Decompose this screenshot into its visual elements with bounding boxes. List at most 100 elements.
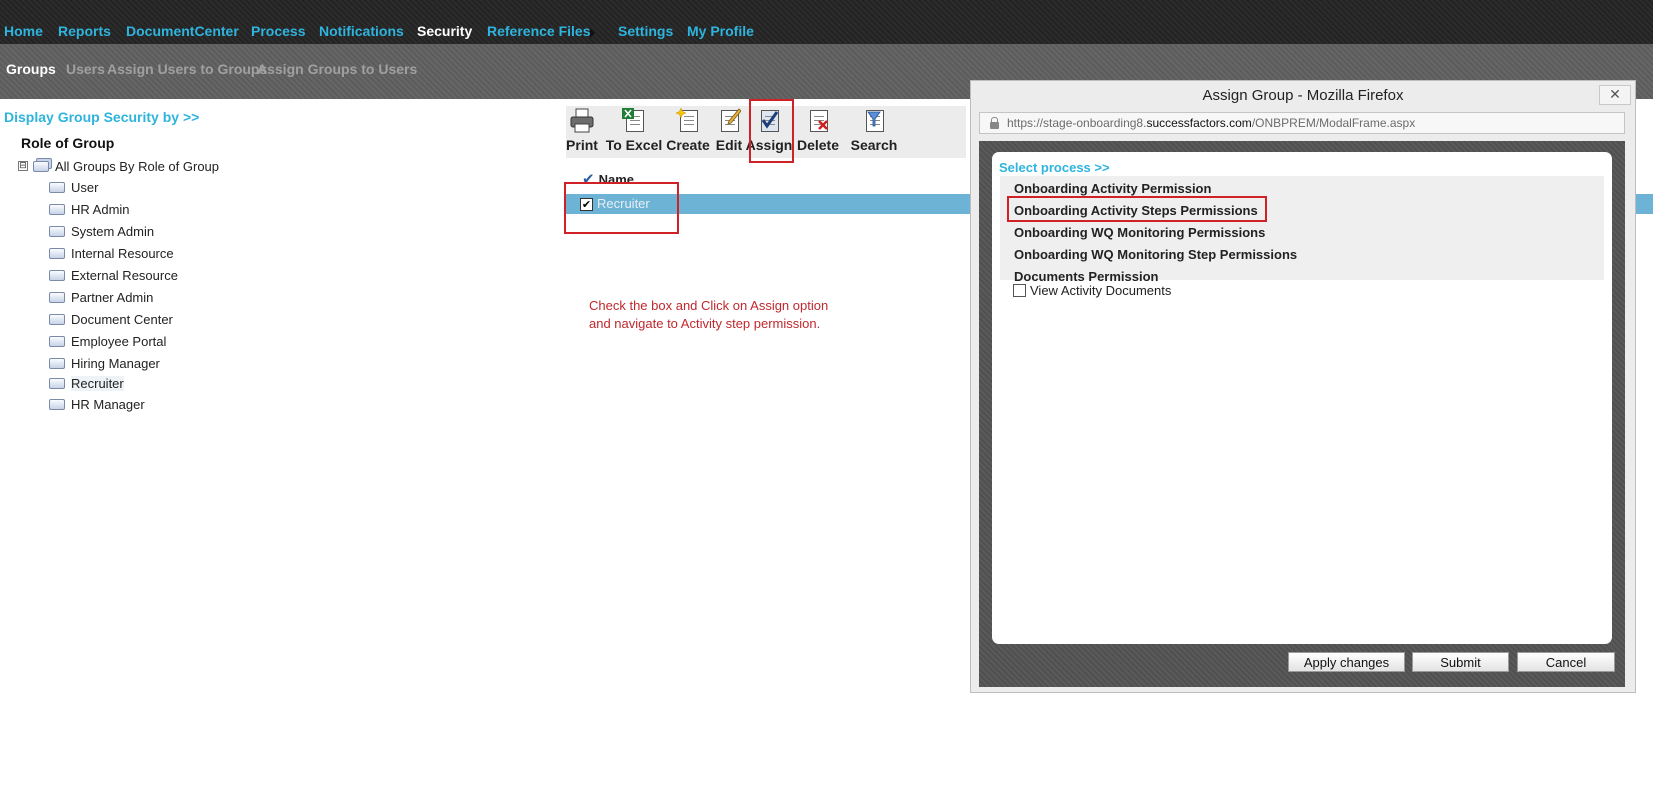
- print-button[interactable]: Print: [566, 106, 598, 156]
- subnav-users[interactable]: Users: [66, 61, 105, 77]
- assign-group-modal: Assign Group - Mozilla Firefox ✕ https:/…: [970, 80, 1636, 693]
- display-group-security-by[interactable]: Display Group Security by >>: [4, 109, 199, 125]
- select-all-check-icon[interactable]: ✔: [582, 170, 595, 188]
- search-label: Search: [850, 137, 898, 153]
- url-prefix: https://stage-onboarding8.: [1007, 116, 1147, 130]
- url-domain: successfactors.com: [1146, 116, 1252, 130]
- tree-item-internal-resource[interactable]: Internal Resource: [49, 244, 174, 262]
- view-activity-documents-checkbox[interactable]: [1013, 284, 1026, 297]
- delete-document-icon: [806, 108, 830, 134]
- close-icon[interactable]: ✕: [1599, 85, 1631, 105]
- subnav-assign-users-to-groups[interactable]: Assign Users to Groups: [107, 61, 267, 77]
- apply-changes-button[interactable]: Apply changes: [1288, 652, 1405, 672]
- modal-content-frame: Select process >> Onboarding Activity Pe…: [979, 141, 1625, 687]
- search-button[interactable]: Search: [850, 106, 898, 156]
- tree-item-label: User: [71, 179, 99, 195]
- tree-item-label: Recruiter: [71, 375, 124, 391]
- to-excel-button[interactable]: To Excel: [604, 106, 664, 156]
- group-icon: [49, 269, 65, 281]
- instruction-line-1: Check the box and Click on Assign option: [589, 298, 829, 313]
- modal-inner-panel: Select process >> Onboarding Activity Pe…: [992, 152, 1612, 644]
- tree-item-hiring-manager[interactable]: Hiring Manager: [49, 354, 160, 372]
- tree-item-label: Hiring Manager: [71, 355, 160, 371]
- tree-item-partner-admin[interactable]: Partner Admin: [49, 288, 153, 306]
- create-label: Create: [666, 137, 710, 153]
- create-document-icon: [676, 108, 700, 134]
- process-onboarding-wq-monitoring-step-permissions[interactable]: Onboarding WQ Monitoring Step Permission…: [1014, 247, 1297, 262]
- process-onboarding-activity-steps-permissions[interactable]: Onboarding Activity Steps Permissions: [1014, 203, 1258, 218]
- edit-document-icon: [717, 108, 741, 134]
- print-label: Print: [566, 137, 598, 153]
- delete-button[interactable]: Delete: [794, 106, 842, 156]
- group-icon: [49, 377, 65, 389]
- nav-home[interactable]: Home: [4, 23, 43, 39]
- tree-item-system-admin[interactable]: System Admin: [49, 222, 154, 240]
- row-name-recruiter[interactable]: Recruiter: [597, 196, 650, 211]
- view-activity-documents-option[interactable]: View Activity Documents: [1013, 283, 1171, 298]
- tree-item-label: Internal Resource: [71, 245, 174, 261]
- nav-document-center[interactable]: DocumentCenter: [126, 23, 239, 39]
- group-icon: [49, 181, 65, 193]
- delete-label: Delete: [796, 137, 840, 153]
- select-process-title[interactable]: Select process >>: [999, 160, 1110, 175]
- assign-check-icon: [757, 108, 781, 134]
- tree-item-hr-admin[interactable]: HR Admin: [49, 200, 130, 218]
- lock-icon: [990, 116, 999, 129]
- tree-item-label: Partner Admin: [71, 289, 154, 305]
- excel-icon: [622, 108, 646, 134]
- tree-item-document-center[interactable]: Document Center: [49, 310, 173, 328]
- instruction-annotation: Check the box and Click on Assign option…: [589, 297, 828, 333]
- url-bar[interactable]: https://stage-onboarding8. successfactors…: [979, 112, 1625, 134]
- edit-label: Edit: [715, 137, 743, 153]
- create-button[interactable]: Create: [666, 106, 710, 156]
- tree-item-label: External Resource: [71, 267, 178, 283]
- collapse-icon[interactable]: ⊟: [18, 161, 28, 171]
- tree-root-node[interactable]: ⊟ All Groups By Role of Group: [18, 157, 219, 175]
- tree-item-employee-portal[interactable]: Employee Portal: [49, 332, 166, 350]
- tree-item-label: HR Admin: [71, 201, 130, 217]
- name-column-header: Name: [598, 171, 634, 187]
- tree-item-label: Employee Portal: [71, 333, 167, 349]
- group-icon: [49, 313, 65, 325]
- tree-item-label: Document Center: [71, 311, 173, 327]
- submit-button[interactable]: Submit: [1412, 652, 1509, 672]
- url-path: /ONBPREM/ModalFrame.aspx: [1251, 116, 1416, 130]
- nav-settings[interactable]: Settings: [618, 23, 673, 39]
- tree-item-hr-manager[interactable]: HR Manager: [49, 395, 145, 413]
- nav-security[interactable]: Security: [417, 23, 472, 39]
- subnav-groups[interactable]: Groups: [6, 61, 56, 77]
- grid-header[interactable]: ✔ Name: [582, 170, 634, 188]
- process-onboarding-activity-permission[interactable]: Onboarding Activity Permission: [1014, 181, 1211, 196]
- tree-item-user[interactable]: User: [49, 178, 98, 196]
- process-documents-permission[interactable]: Documents Permission: [1014, 269, 1159, 284]
- cancel-button[interactable]: Cancel: [1517, 652, 1615, 672]
- group-icon: [49, 398, 65, 410]
- subnav-assign-groups-to-users[interactable]: Assign Groups to Users: [257, 61, 417, 77]
- group-icon: [49, 247, 65, 259]
- assign-label: Assign: [745, 137, 793, 153]
- nav-reference-files[interactable]: Reference Files: [487, 23, 591, 39]
- edit-button[interactable]: Edit: [714, 106, 744, 156]
- reference-files-arrow-icon[interactable]: [590, 28, 595, 38]
- group-folder-icon: [33, 160, 49, 172]
- group-icon: [49, 357, 65, 369]
- tree-item-recruiter[interactable]: Recruiter: [49, 374, 124, 392]
- tree-item-label: HR Manager: [71, 396, 145, 412]
- instruction-line-2: and navigate to Activity step permission…: [589, 316, 821, 331]
- assign-button[interactable]: Assign: [745, 106, 793, 156]
- nav-notifications[interactable]: Notifications: [319, 23, 404, 39]
- group-icon: [49, 225, 65, 237]
- process-onboarding-wq-monitoring-permissions[interactable]: Onboarding WQ Monitoring Permissions: [1014, 225, 1265, 240]
- group-icon: [49, 335, 65, 347]
- view-activity-documents-label: View Activity Documents: [1030, 283, 1172, 298]
- tree-item-external-resource[interactable]: External Resource: [49, 266, 178, 284]
- row-checkbox[interactable]: ✔: [580, 198, 593, 211]
- nav-my-profile[interactable]: My Profile: [687, 23, 754, 39]
- tree-root-label: All Groups By Role of Group: [55, 158, 220, 174]
- nav-process[interactable]: Process: [251, 23, 305, 39]
- nav-reports[interactable]: Reports: [58, 23, 111, 39]
- printer-icon: [570, 108, 594, 134]
- tree-item-label: System Admin: [71, 223, 155, 239]
- group-icon: [49, 291, 65, 303]
- to-excel-label: To Excel: [605, 137, 663, 153]
